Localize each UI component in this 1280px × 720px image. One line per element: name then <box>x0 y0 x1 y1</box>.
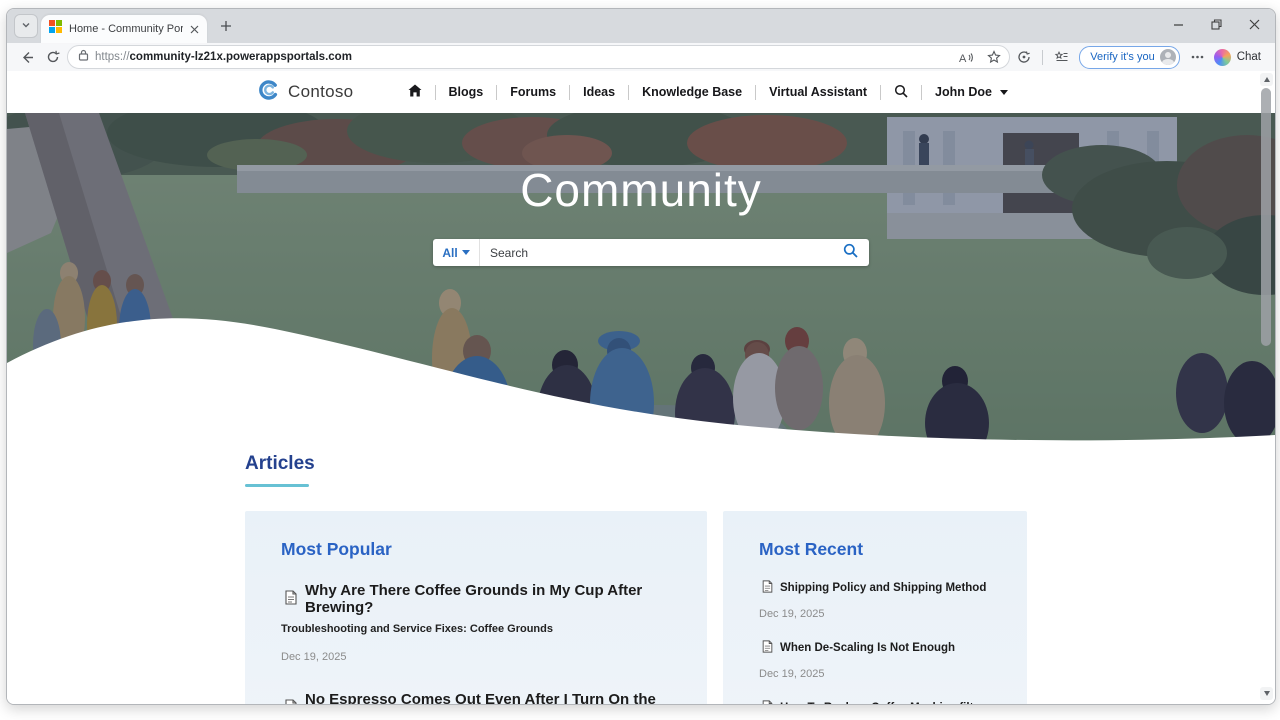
restore-button[interactable] <box>1197 9 1235 39</box>
chevron-down-icon <box>21 17 31 35</box>
brand[interactable]: Contoso <box>259 71 353 113</box>
document-icon <box>285 590 297 609</box>
user-menu-label: John Doe <box>935 85 992 99</box>
site-navbar: Contoso Blogs Forums Ideas Knowledge Bas… <box>7 71 1275 113</box>
scroll-up-icon[interactable] <box>1260 73 1273 86</box>
verify-identity-button[interactable]: Verify it's you <box>1079 46 1179 69</box>
browser-tab[interactable]: Home - Community Portal <box>41 15 207 43</box>
article-title: How To Replace Coffee Machine filter <box>780 702 984 704</box>
copilot-icon <box>1214 49 1231 66</box>
heading-underline <box>245 484 309 487</box>
svg-text:A: A <box>959 53 967 64</box>
verify-identity-label: Verify it's you <box>1090 51 1154 63</box>
article-link[interactable]: When De-Scaling Is Not Enough <box>762 640 991 656</box>
nav-item-virtual-assistant[interactable]: Virtual Assistant <box>756 85 880 99</box>
nav-item-forums[interactable]: Forums <box>497 85 569 99</box>
most-recent-card: Most Recent Shipping Policy and Shipping… <box>723 511 1027 704</box>
article-title: When De-Scaling Is Not Enough <box>780 642 955 654</box>
search-scope-label: All <box>442 246 457 260</box>
article-subtitle: Troubleshooting and Service Fixes: Coffe… <box>281 623 671 635</box>
most-recent-heading: Most Recent <box>759 539 991 560</box>
new-tab-button[interactable] <box>213 13 239 39</box>
site-info-icon[interactable] <box>78 48 89 66</box>
browser-essentials-icon[interactable] <box>1012 45 1036 69</box>
nav-item-knowledge-base[interactable]: Knowledge Base <box>629 85 755 99</box>
page-viewport: Contoso Blogs Forums Ideas Knowledge Bas… <box>7 71 1275 704</box>
search-scope-dropdown[interactable]: All <box>433 239 480 266</box>
article-link[interactable]: No Espresso Comes Out Even After I Turn … <box>285 691 671 704</box>
site-menu: Blogs Forums Ideas Knowledge Base Virtua… <box>395 71 1021 113</box>
url-text[interactable]: https://community-lz21x.powerappsportals… <box>95 51 949 63</box>
document-icon <box>762 580 773 596</box>
search-submit-button[interactable] <box>831 239 869 266</box>
article-title: Shipping Policy and Shipping Method <box>780 582 986 594</box>
nav-item-blogs[interactable]: Blogs <box>436 85 497 99</box>
contoso-logo-icon <box>259 80 279 105</box>
search-icon <box>843 243 858 263</box>
tab-search-button[interactable] <box>14 14 38 38</box>
copilot-chat-button[interactable]: Chat <box>1214 49 1261 66</box>
tab-close-icon[interactable] <box>190 25 199 34</box>
read-aloud-icon[interactable]: A <box>955 46 977 68</box>
browser-window: Home - Community Portal <box>6 8 1276 705</box>
search-input[interactable] <box>480 239 831 266</box>
window-controls <box>1159 9 1273 39</box>
article-link[interactable]: Shipping Policy and Shipping Method <box>762 580 991 596</box>
scrollbar-thumb[interactable] <box>1261 88 1271 346</box>
url-scheme: https:// <box>95 51 130 63</box>
page-scrollbar[interactable] <box>1260 73 1273 700</box>
url-host: community-lz21x.powerappsportals.com <box>130 51 352 63</box>
hero-banner: Community All <box>7 113 1275 441</box>
minimize-button[interactable] <box>1159 9 1197 39</box>
article-link[interactable]: How To Replace Coffee Machine filter <box>762 700 991 704</box>
avatar <box>1160 49 1176 65</box>
more-menu-icon[interactable] <box>1186 45 1210 69</box>
refresh-icon[interactable] <box>41 45 65 69</box>
favorites-bar-icon[interactable] <box>1049 45 1073 69</box>
article-date: Dec 19, 2025 <box>281 651 671 663</box>
section-heading: Articles <box>245 453 1275 475</box>
hero-title: Community <box>7 163 1275 217</box>
document-icon <box>285 699 297 705</box>
article-title: No Espresso Comes Out Even After I Turn … <box>305 691 671 704</box>
back-icon[interactable] <box>15 45 39 69</box>
nav-home-button[interactable] <box>395 84 435 100</box>
caret-down-icon <box>1000 90 1008 95</box>
copilot-chat-label: Chat <box>1237 51 1261 63</box>
nav-item-ideas[interactable]: Ideas <box>570 85 628 99</box>
hero-search-bar: All <box>433 239 869 266</box>
most-popular-heading: Most Popular <box>281 539 671 560</box>
tab-title: Home - Community Portal <box>69 23 183 35</box>
most-popular-card: Most Popular Why Are There Coffee Ground… <box>245 511 707 704</box>
article-title: Why Are There Coffee Grounds in My Cup A… <box>305 582 671 616</box>
caret-down-icon <box>462 250 470 255</box>
article-date: Dec 19, 2025 <box>759 608 991 620</box>
favorite-star-icon[interactable] <box>983 46 1005 68</box>
search-icon <box>894 84 908 101</box>
document-icon <box>762 700 773 704</box>
address-bar: https://community-lz21x.powerappsportals… <box>7 43 1275 72</box>
brand-name: Contoso <box>288 82 353 102</box>
microsoft-favicon <box>49 20 62 38</box>
toolbar-divider <box>1042 50 1043 65</box>
url-field[interactable]: https://community-lz21x.powerappsportals… <box>67 45 1010 69</box>
scroll-down-icon[interactable] <box>1260 687 1273 700</box>
article-date: Dec 19, 2025 <box>759 668 991 680</box>
article-link[interactable]: Why Are There Coffee Grounds in My Cup A… <box>285 582 671 616</box>
tab-strip: Home - Community Portal <box>7 9 1275 43</box>
nav-search-button[interactable] <box>881 84 921 101</box>
document-icon <box>762 640 773 656</box>
close-button[interactable] <box>1235 9 1273 39</box>
home-icon <box>408 84 422 100</box>
articles-section: Articles Most Popular Why Are There Coff… <box>7 441 1275 704</box>
user-menu[interactable]: John Doe <box>922 85 1021 99</box>
